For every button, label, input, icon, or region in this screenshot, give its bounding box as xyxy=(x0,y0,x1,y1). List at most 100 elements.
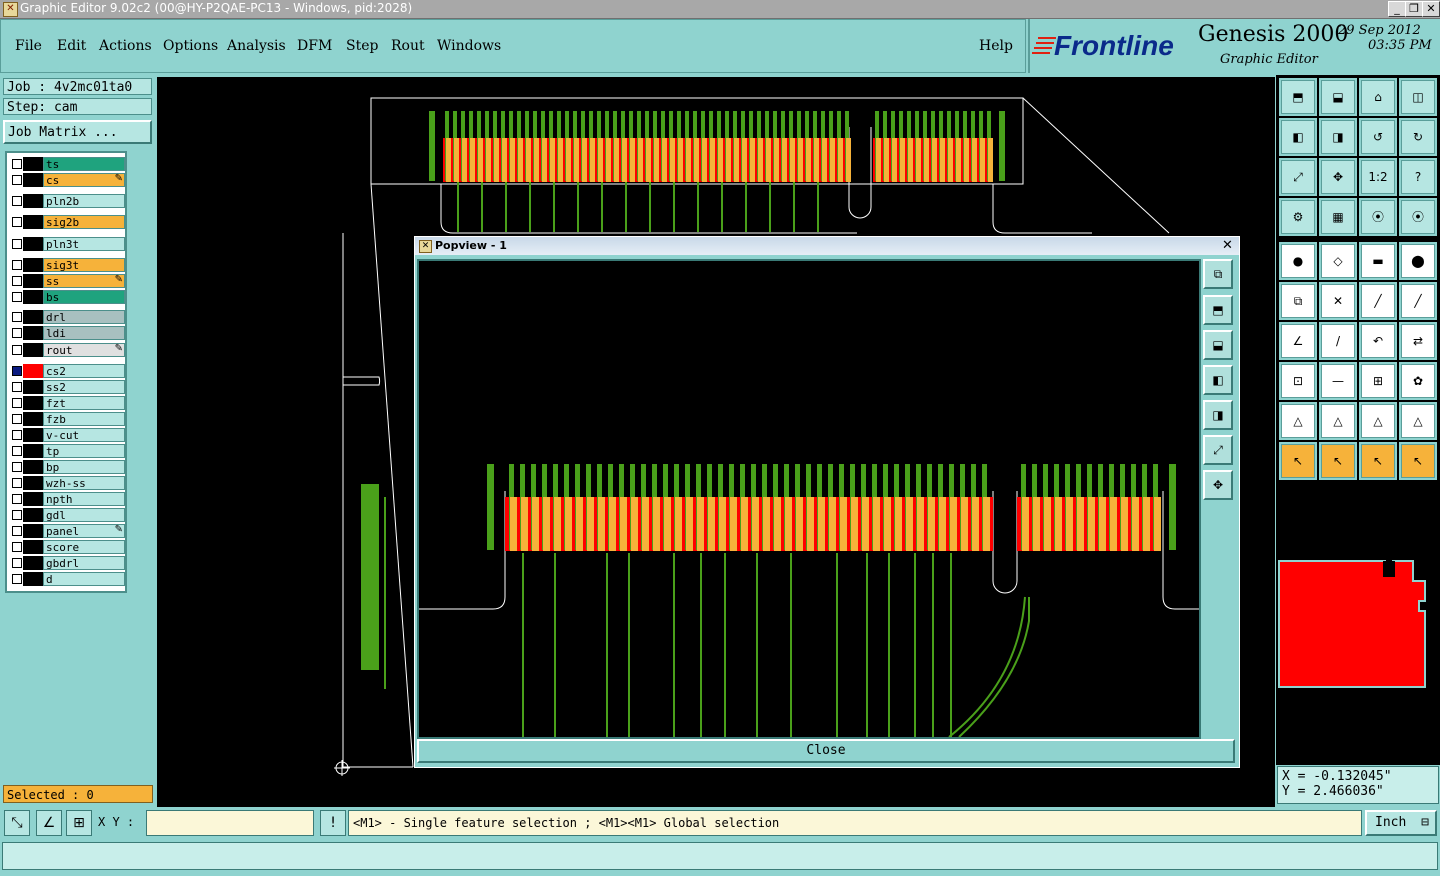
layer-color-swatch[interactable] xyxy=(23,380,43,394)
ratio-icon[interactable]: 1:2 xyxy=(1359,158,1397,196)
popview-zoom-fit-icon[interactable]: ⤢ xyxy=(1203,435,1233,465)
net2-icon[interactable]: ⦿ xyxy=(1399,198,1437,236)
tri4-icon[interactable]: △ xyxy=(1399,402,1437,440)
shape-icon[interactable]: ◇ xyxy=(1319,242,1357,280)
layer-checkbox[interactable] xyxy=(12,328,22,338)
pad-icon[interactable]: ● xyxy=(1279,242,1317,280)
layer-row-d[interactable]: d xyxy=(9,572,125,586)
layer-row-ldi[interactable]: ldi xyxy=(9,326,125,340)
layer-checkbox[interactable] xyxy=(12,217,22,227)
select4-icon[interactable]: ↖ xyxy=(1399,442,1437,480)
line-icon[interactable]: ╱ xyxy=(1359,282,1397,320)
popview-tool-1[interactable]: ⧉ xyxy=(1203,259,1233,289)
layer-color-swatch[interactable] xyxy=(23,460,43,474)
layer-checkbox[interactable] xyxy=(12,159,22,169)
snap-icon[interactable]: ⤡ xyxy=(4,810,30,836)
menu-edit[interactable]: Edit xyxy=(57,38,86,54)
layer-checkbox[interactable] xyxy=(12,478,22,488)
layer-color-swatch[interactable] xyxy=(23,290,43,304)
menu-dfm[interactable]: DFM xyxy=(297,38,332,54)
layer-checkbox[interactable] xyxy=(12,446,22,456)
menu-options[interactable]: Options xyxy=(163,38,218,54)
layer-checkbox[interactable] xyxy=(12,276,22,286)
layer-checkbox[interactable] xyxy=(12,312,22,322)
layer-row-sig3t[interactable]: sig3t xyxy=(9,258,125,272)
layer-checkbox[interactable] xyxy=(12,430,22,440)
layer-color-swatch[interactable] xyxy=(23,412,43,426)
popview-tool-4[interactable]: ◧ xyxy=(1203,365,1233,395)
layer-row-cs[interactable]: cs ✎ xyxy=(9,173,125,187)
maximize-button[interactable]: ❐ xyxy=(1405,1,1423,17)
net-icon[interactable]: ⦿ xyxy=(1359,198,1397,236)
left-icon[interactable]: ◧ xyxy=(1279,118,1317,156)
layer-row-rout[interactable]: rout ✎ xyxy=(9,343,125,357)
angle-icon[interactable]: ∠ xyxy=(36,810,62,836)
layer-checkbox[interactable] xyxy=(12,196,22,206)
layer-row-bs[interactable]: bs xyxy=(9,290,125,304)
layer-color-swatch[interactable] xyxy=(23,157,43,171)
layer-color-swatch[interactable] xyxy=(23,194,43,208)
home-bottom-icon[interactable]: ⬓ xyxy=(1319,78,1357,116)
house-icon[interactable]: ⌂ xyxy=(1359,78,1397,116)
popview-canvas[interactable] xyxy=(417,259,1201,739)
layer-color-swatch[interactable] xyxy=(23,492,43,506)
layer-color-swatch[interactable] xyxy=(23,556,43,570)
layer-checkbox[interactable] xyxy=(12,382,22,392)
unit-selector[interactable]: Inch ⊟ xyxy=(1365,810,1437,836)
layer-color-swatch[interactable] xyxy=(23,540,43,554)
layer-checkbox[interactable] xyxy=(12,414,22,424)
popview-tool-2[interactable]: ⬒ xyxy=(1203,295,1233,325)
layer-checkbox[interactable] xyxy=(12,260,22,270)
layer-color-swatch[interactable] xyxy=(23,215,43,229)
node-icon[interactable]: ⧉ xyxy=(1279,282,1317,320)
layer-checkbox[interactable] xyxy=(12,462,22,472)
slash-icon[interactable]: / xyxy=(1319,322,1357,360)
minimize-button[interactable]: _ xyxy=(1388,1,1406,17)
layer-checkbox[interactable] xyxy=(12,526,22,536)
popview-close-icon[interactable]: ✕ xyxy=(1221,239,1234,252)
layer-checkbox[interactable] xyxy=(12,345,22,355)
layer-checkbox[interactable] xyxy=(12,558,22,568)
layer-color-swatch[interactable] xyxy=(23,173,43,187)
layer-row-ts[interactable]: ts xyxy=(9,157,125,171)
help-icon[interactable]: ? xyxy=(1399,158,1437,196)
layer-checkbox[interactable] xyxy=(12,398,22,408)
layer-row-score[interactable]: score xyxy=(9,540,125,554)
menu-actions[interactable]: Actions xyxy=(99,38,152,54)
select-icon[interactable]: ↖ xyxy=(1279,442,1317,480)
layer-row-bp[interactable]: bp xyxy=(9,460,125,474)
select2-icon[interactable]: ↖ xyxy=(1319,442,1357,480)
layer-row-gbdrl[interactable]: gbdrl xyxy=(9,556,125,570)
menu-rout[interactable]: Rout xyxy=(391,38,425,54)
layer-checkbox[interactable] xyxy=(12,292,22,302)
layer-color-swatch[interactable] xyxy=(23,444,43,458)
job-matrix-button[interactable]: Job Matrix ... xyxy=(3,120,152,144)
layer-row-v-cut[interactable]: v-cut xyxy=(9,428,125,442)
layer-color-swatch[interactable] xyxy=(23,524,43,538)
layer-checkbox[interactable] xyxy=(12,366,22,376)
overview-map[interactable] xyxy=(1277,553,1439,693)
popview-tool-5[interactable]: ◨ xyxy=(1203,400,1233,430)
close-window-button[interactable]: ✕ xyxy=(1422,1,1440,17)
measure-icon[interactable]: ⚙ xyxy=(1279,198,1317,236)
arc-icon[interactable]: ↶ xyxy=(1359,322,1397,360)
layer-row-fzt[interactable]: fzt xyxy=(9,396,125,410)
layer-row-ss[interactable]: ss ✎ xyxy=(9,274,125,288)
menu-file[interactable]: File xyxy=(15,38,42,54)
tri3-icon[interactable]: △ xyxy=(1359,402,1397,440)
home-top-icon[interactable]: ⬒ xyxy=(1279,78,1317,116)
layer-color-swatch[interactable] xyxy=(23,310,43,324)
menu-help[interactable]: Help xyxy=(979,38,1013,54)
layer-color-swatch[interactable] xyxy=(23,343,43,357)
alert-icon[interactable]: ! xyxy=(320,810,346,836)
layer-color-swatch[interactable] xyxy=(23,396,43,410)
layer-row-ss2[interactable]: ss2 xyxy=(9,380,125,394)
tri1-icon[interactable]: △ xyxy=(1279,402,1317,440)
fit-icon[interactable]: ⤢ xyxy=(1279,158,1317,196)
layer-row-cs2[interactable]: cs2 xyxy=(9,364,125,378)
popview-title-bar[interactable]: ✕ Popview - 1 ✕ xyxy=(415,237,1239,255)
menu-windows[interactable]: Windows xyxy=(437,38,501,54)
layer-row-wzh-ss[interactable]: wzh-ss xyxy=(9,476,125,490)
layer-color-swatch[interactable] xyxy=(23,572,43,586)
angle-tool-icon[interactable]: ∠ xyxy=(1279,322,1317,360)
